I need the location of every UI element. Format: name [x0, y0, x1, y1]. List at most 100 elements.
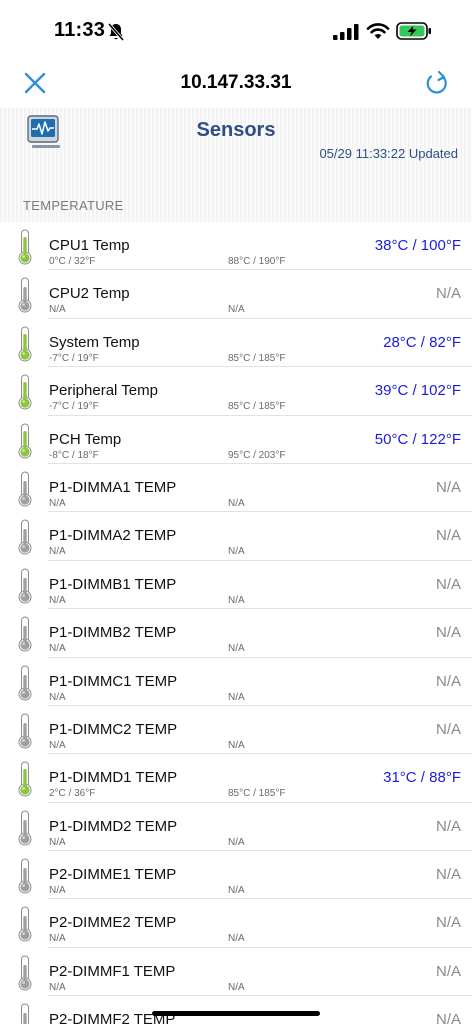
sensor-reading: N/A — [435, 672, 461, 690]
status-bar: 11:33 — [0, 0, 472, 58]
thermometer-icon — [18, 471, 32, 507]
sensor-reading: N/A — [435, 527, 461, 545]
sensor-row[interactable]: P2-DIMME2 TEMP N/A N/A N/A — [0, 899, 472, 949]
sensors-header: Sensors 05/29 11:33:22 Updated TEMPERATU… — [0, 108, 472, 222]
sensor-row[interactable]: P1-DIMMA2 TEMP N/A N/A N/A — [0, 512, 472, 562]
sensor-reading: N/A — [435, 720, 461, 738]
thermometer-icon — [18, 374, 32, 410]
sensor-row[interactable]: System Temp -7°C / 19°F 85°C / 185°F 28°C /… — [0, 319, 472, 368]
sensor-min-threshold: N/A — [49, 546, 66, 558]
page-title: Sensors — [196, 119, 276, 141]
sensor-min-threshold: N/A — [49, 497, 66, 509]
sensor-row[interactable]: CPU2 Temp N/A N/A N/A — [0, 270, 472, 320]
thermometer-icon — [18, 665, 32, 701]
section-label-temperature: TEMPERATURE — [23, 198, 124, 213]
sensor-max-threshold: N/A — [228, 643, 245, 655]
sensor-name: P2-DIMME2 TEMP — [49, 914, 177, 932]
sensor-reading: N/A — [435, 866, 461, 884]
sensor-max-threshold: 88°C / 190°F — [228, 256, 286, 267]
sensor-reading: N/A — [435, 962, 461, 980]
nav-title: 10.147.33.31 — [180, 72, 292, 93]
sensor-min-threshold: N/A — [49, 594, 66, 606]
thermometer-icon — [18, 277, 32, 313]
sensor-list: CPU1 Temp 0°C / 32°F 88°C / 190°F 38°C / 10… — [0, 222, 472, 1024]
sensor-min-threshold: N/A — [49, 933, 66, 945]
wifi-icon — [366, 23, 390, 39]
sensor-reading: N/A — [435, 285, 461, 303]
sensor-min-threshold: N/A — [49, 836, 66, 848]
sensor-row[interactable]: Peripheral Temp -7°C / 19°F 85°C / 185°F 39… — [0, 367, 472, 416]
sensor-row[interactable]: P1-DIMMC1 TEMP N/A N/A N/A — [0, 658, 472, 707]
sensor-reading: N/A — [435, 575, 461, 593]
sensor-row[interactable]: P1-DIMMD1 TEMP 2°C / 36°F 85°C / 185°F 31°C… — [0, 754, 472, 804]
sensor-reading: N/A — [435, 478, 461, 496]
sensor-reading: 50°C / 122°F — [374, 430, 461, 448]
thermometer-icon — [18, 519, 32, 555]
sensor-min-threshold: 2°C / 36°F — [49, 788, 96, 800]
sensor-reading: N/A — [435, 817, 461, 835]
sensor-name: P1-DIMMB2 TEMP — [49, 624, 177, 642]
thermometer-icon — [18, 326, 32, 362]
sensor-row[interactable]: P1-DIMMC2 TEMP N/A N/A N/A — [0, 706, 472, 755]
sensor-row[interactable]: P2-DIMMF1 TEMP N/A N/A N/A — [0, 948, 472, 997]
cellular-signal-icon — [333, 24, 359, 40]
last-updated-timestamp: 05/29 11:33:22 Updated — [319, 146, 458, 161]
sensor-name: CPU1 Temp — [49, 237, 130, 254]
sensor-min-threshold: N/A — [49, 691, 66, 703]
sensor-max-threshold: N/A — [228, 885, 245, 897]
home-indicator[interactable] — [152, 1011, 320, 1016]
sensor-name: P1-DIMMC2 TEMP — [49, 720, 178, 738]
sensor-max-threshold: N/A — [228, 739, 245, 751]
sensor-reading: 28°C / 82°F — [383, 333, 461, 351]
thermometer-icon — [18, 616, 32, 652]
sensor-name: System Temp — [49, 333, 140, 351]
sensor-row[interactable]: P1-DIMMA1 TEMP N/A N/A N/A — [0, 464, 472, 513]
nav-bar: 10.147.33.31 — [0, 58, 472, 108]
thermometer-icon — [18, 955, 32, 991]
sensor-row[interactable]: P1-DIMMB1 TEMP N/A N/A N/A — [0, 561, 472, 610]
sensor-min-threshold: -8°C / 18°F — [49, 449, 99, 461]
thermometer-icon — [18, 423, 32, 459]
sensor-reading: 38°C / 100°F — [374, 237, 461, 254]
sensor-min-threshold: -7°C / 19°F — [49, 352, 99, 364]
sensor-reading: 31°C / 88°F — [383, 769, 461, 787]
bell-muted-icon — [107, 22, 125, 42]
sensor-name: P2-DIMMF1 TEMP — [49, 962, 176, 980]
sensor-name: PCH Temp — [49, 430, 122, 448]
sensor-min-threshold: N/A — [49, 304, 66, 316]
sensor-max-threshold: N/A — [228, 981, 245, 993]
sensor-min-threshold: N/A — [49, 643, 66, 655]
sensor-row[interactable]: P1-DIMMD2 TEMP N/A N/A N/A — [0, 803, 472, 852]
sensor-reading: N/A — [435, 1011, 461, 1024]
sensor-name: P1-DIMMC1 TEMP — [49, 672, 178, 690]
sensor-max-threshold: N/A — [228, 546, 245, 558]
sensor-min-threshold: -7°C / 19°F — [49, 401, 99, 413]
sensor-reading: 39°C / 102°F — [374, 382, 461, 400]
sensor-row[interactable]: CPU1 Temp 0°C / 32°F 88°C / 190°F 38°C / 10… — [0, 222, 472, 271]
sensor-max-threshold: N/A — [228, 304, 245, 316]
thermometer-icon — [18, 810, 32, 846]
sensor-name: P1-DIMMA1 TEMP — [49, 478, 177, 496]
sensor-row[interactable]: P1-DIMMB2 TEMP N/A N/A N/A — [0, 609, 472, 658]
sensor-name: CPU2 Temp — [49, 285, 130, 303]
thermometer-icon — [18, 568, 32, 604]
sensor-row[interactable]: PCH Temp -8°C / 18°F 95°C / 203°F 50°C / 12… — [0, 416, 472, 465]
sensor-name: P1-DIMMA2 TEMP — [49, 527, 177, 545]
sensor-min-threshold: 0°C / 32°F — [49, 256, 96, 267]
sensor-name: Peripheral Temp — [49, 382, 158, 400]
sensor-name: P2-DIMME1 TEMP — [49, 866, 177, 884]
sensor-name: P1-DIMMB1 TEMP — [49, 575, 177, 593]
thermometer-icon — [18, 713, 32, 749]
sensor-max-threshold: N/A — [228, 594, 245, 606]
thermometer-icon — [21, 1003, 29, 1024]
status-time: 11:33 — [54, 19, 106, 41]
refresh-icon[interactable] — [423, 68, 451, 98]
sensor-max-threshold: 85°C / 185°F — [228, 401, 286, 413]
sensor-min-threshold: N/A — [49, 739, 66, 751]
sensor-name: P1-DIMMD2 TEMP — [49, 817, 178, 835]
battery-charging-icon — [396, 22, 431, 40]
sensor-row[interactable]: P2-DIMME1 TEMP N/A N/A N/A — [0, 851, 472, 900]
sensor-reading: N/A — [435, 914, 461, 932]
sensor-name: P1-DIMMD1 TEMP — [49, 769, 178, 787]
sensor-min-threshold: N/A — [49, 981, 66, 993]
